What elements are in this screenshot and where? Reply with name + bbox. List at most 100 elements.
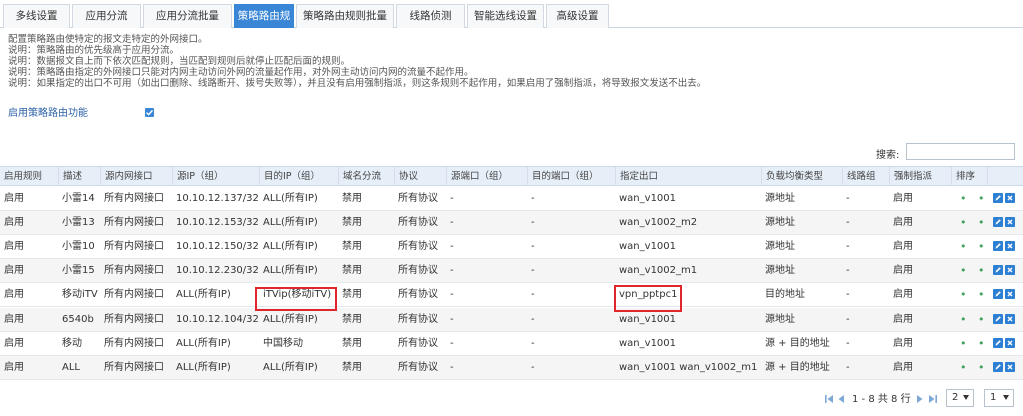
delete-icon[interactable] xyxy=(1005,193,1015,203)
table-row[interactable]: 启用 小雷10 所有内网接口 10.10.12.150/32 ALL(所有IP) 禁用 所有… xyxy=(0,235,1023,260)
delete-icon[interactable] xyxy=(1005,241,1015,252)
cell-src-port: - xyxy=(450,241,454,253)
cell-src-interface: 所有内网接口 xyxy=(104,337,164,349)
cell-enable-rule: 启用 xyxy=(4,313,24,325)
page-size-select[interactable]: 1 xyxy=(984,389,1014,407)
col-order: 排序 xyxy=(951,167,987,186)
reorder-handle[interactable]: • • xyxy=(956,332,986,355)
reorder-handle[interactable]: • • xyxy=(956,283,986,306)
cell-src-interface: 所有内网接口 xyxy=(104,289,164,301)
search-label: 搜索: xyxy=(876,150,900,161)
cell-force-assign: 启用 xyxy=(893,241,913,253)
cell-protocol: 所有协议 xyxy=(398,193,438,204)
cell-domain-split: 禁用 xyxy=(342,313,362,325)
edit-icon[interactable] xyxy=(993,193,1003,203)
cell-src-port: - xyxy=(450,265,454,277)
col-line-group: 线路组 xyxy=(842,167,889,186)
cell-src-port: - xyxy=(450,217,454,229)
cell-lb-type: 目的地址 xyxy=(765,289,805,301)
cell-lb-type: 源地址 xyxy=(765,313,795,325)
tab-multiline[interactable]: 多线设置 xyxy=(3,4,70,28)
edit-icon[interactable] xyxy=(993,313,1003,324)
enable-policy-route-checkbox[interactable] xyxy=(145,108,154,117)
cell-enable-rule: 启用 xyxy=(4,337,24,349)
reorder-handle[interactable]: • • xyxy=(956,356,986,379)
reorder-handle[interactable]: • • xyxy=(956,259,986,282)
delete-icon[interactable] xyxy=(1005,313,1015,324)
cell-dst-ip: ALL(所有IP) xyxy=(263,241,318,253)
col-description: 描述 xyxy=(58,167,100,186)
cell-enable-rule: 启用 xyxy=(4,217,24,229)
reorder-handle[interactable]: • • xyxy=(956,308,986,331)
check-icon xyxy=(146,109,154,116)
cell-egress: wan_v1001 xyxy=(619,337,677,349)
page-select[interactable]: 2 xyxy=(946,389,974,407)
tab-advanced[interactable]: 高级设置 xyxy=(546,4,609,28)
cell-domain-split: 禁用 xyxy=(342,337,362,349)
table-row[interactable]: 启用 移动 所有内网接口 ALL(所有IP) 中国移动 禁用 所有协议 - - wan_v1001… xyxy=(0,332,1023,356)
enable-policy-route-label: 启用策略路由功能 xyxy=(8,108,88,119)
first-page-icon[interactable] xyxy=(823,393,835,405)
reorder-handle[interactable]: • • xyxy=(956,235,986,258)
cell-domain-split: 禁用 xyxy=(342,217,362,229)
cell-line-group: - xyxy=(846,193,850,204)
table-row[interactable]: 启用 小雷15 所有内网接口 10.10.12.230/32 ALL(所有IP) 禁用 所有… xyxy=(0,259,1023,284)
cell-enable-rule: 启用 xyxy=(4,361,24,373)
delete-icon[interactable] xyxy=(1005,265,1015,276)
reorder-handle[interactable]: • • xyxy=(956,187,986,210)
delete-icon[interactable] xyxy=(1005,217,1015,228)
table-row[interactable]: 启用 移动iTV 所有内网接口 ALL(所有IP) iTVip(移动iTV) 禁用 所有协议… xyxy=(0,283,1023,308)
next-page-icon[interactable] xyxy=(914,393,926,405)
description-line: 说明：策略路由的优先级高于应用分流。 xyxy=(8,45,180,56)
cell-domain-split: 禁用 xyxy=(342,265,362,277)
cell-dst-port: - xyxy=(531,313,535,325)
last-page-icon[interactable] xyxy=(927,393,939,405)
cell-force-assign: 启用 xyxy=(893,313,913,325)
tab-app-split-batch[interactable]: 应用分流批量 xyxy=(143,4,232,28)
cell-dst-ip: ALL(所有IP) xyxy=(263,193,318,204)
prev-page-icon[interactable] xyxy=(835,393,847,405)
tab-smart-line-select[interactable]: 智能选线设置 xyxy=(467,4,544,28)
delete-icon[interactable] xyxy=(1005,289,1015,300)
col-src-port: 源端口（组） xyxy=(446,167,527,186)
cell-src-interface: 所有内网接口 xyxy=(104,361,164,373)
edit-icon[interactable] xyxy=(993,337,1003,348)
table-row[interactable]: 启用 小雷13 所有内网接口 10.10.12.153/32 ALL(所有IP) 禁用 所有… xyxy=(0,211,1023,236)
tab-line-detect[interactable]: 线路侦测 xyxy=(396,4,465,28)
cell-domain-split: 禁用 xyxy=(342,361,362,373)
cell-egress: wan_v1001 xyxy=(619,241,677,253)
cell-force-assign: 启用 xyxy=(893,217,913,229)
cell-line-group: - xyxy=(846,265,850,277)
tab-policy-route-rules[interactable]: 策略路由规则 xyxy=(234,4,294,44)
col-domain-split: 域名分流 xyxy=(338,167,394,186)
edit-icon[interactable] xyxy=(993,241,1003,252)
search-input[interactable] xyxy=(906,143,1015,160)
delete-icon[interactable] xyxy=(1005,361,1015,372)
edit-icon[interactable] xyxy=(993,265,1003,276)
cell-src-interface: 所有内网接口 xyxy=(104,217,164,229)
delete-icon[interactable] xyxy=(1005,337,1015,348)
highlight-box-dst-ip xyxy=(255,287,337,311)
table-row[interactable]: 启用 ALL 所有内网接口 ALL(所有IP) ALL(所有IP) 禁用 所有协议 - - wan… xyxy=(0,355,1023,380)
cell-line-group: - xyxy=(846,313,850,325)
edit-icon[interactable] xyxy=(993,217,1003,228)
chevron-down-icon xyxy=(1003,395,1009,400)
cell-src-ip: 10.10.12.150/32 xyxy=(176,241,259,253)
cell-dst-port: - xyxy=(531,217,535,229)
reorder-handle[interactable]: • • xyxy=(956,211,986,234)
edit-icon[interactable] xyxy=(993,361,1003,372)
cell-domain-split: 禁用 xyxy=(342,289,362,301)
table-row[interactable]: 启用 小雷14 所有内网接口 10.10.12.137/32 ALL(所有IP) 禁用 所有… xyxy=(0,187,1023,211)
cell-src-interface: 所有内网接口 xyxy=(104,241,164,253)
cell-dst-port: - xyxy=(531,361,535,373)
edit-icon[interactable] xyxy=(993,289,1003,300)
cell-src-ip: 10.10.12.104/32 xyxy=(176,313,259,325)
tab-policy-route-rules-batch[interactable]: 策略路由规则批量 xyxy=(296,4,394,28)
cell-src-port: - xyxy=(450,361,454,373)
cell-src-ip: ALL(所有IP) xyxy=(176,289,231,301)
table-row[interactable]: 启用 6540b 所有内网接口 10.10.12.104/32 ALL(所有IP) 禁用所… xyxy=(0,307,1023,332)
cell-domain-split: 禁用 xyxy=(342,241,362,253)
cell-dst-port: - xyxy=(531,265,535,277)
cell-dst-ip: ALL(所有IP) xyxy=(263,217,318,229)
tab-app-split[interactable]: 应用分流 xyxy=(72,4,141,28)
